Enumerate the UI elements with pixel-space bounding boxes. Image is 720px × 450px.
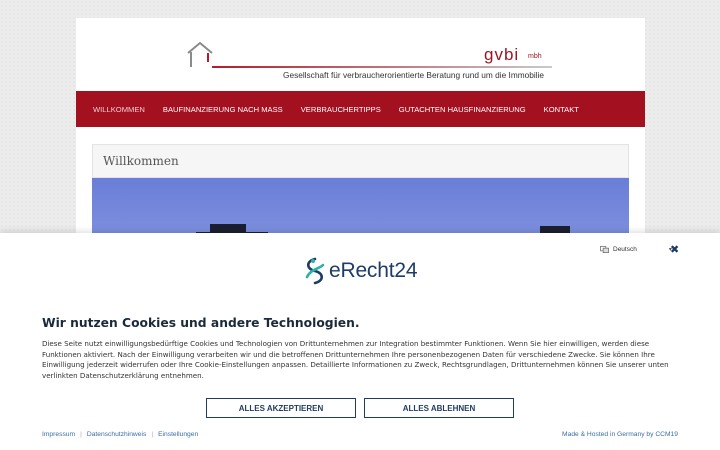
brand-name: gvbi — [484, 45, 520, 64]
main-nav: WILLKOMMEN BAUFINANZIERUNG NACH MASS VER… — [76, 91, 645, 127]
erecht24-logo-icon — [305, 257, 325, 285]
cookie-description: Diese Seite nutzt einwilligungsbedürftig… — [42, 339, 669, 380]
nav-item-verbrauchertipps[interactable]: VERBRAUCHERTIPPS — [292, 105, 390, 114]
impressum-link[interactable]: Impressum — [42, 431, 75, 438]
nav-item-kontakt[interactable]: KONTAKT — [535, 105, 588, 114]
cookie-consent-banner: Deutsch ▾ ✖ eRecht24 Wir nutzen Cookies … — [0, 233, 720, 450]
cookie-heading: Wir nutzen Cookies und andere Technologi… — [42, 316, 360, 330]
datenschutz-link[interactable]: Datenschutzhinweis — [87, 431, 146, 438]
link-separator: | — [80, 431, 82, 438]
reject-all-button[interactable]: ALLES ABLEHNEN — [364, 398, 514, 418]
link-separator: | — [151, 431, 154, 438]
website-page: gvbi mbh Gesellschaft für verbraucherori… — [76, 18, 645, 250]
house-logo-icon — [187, 41, 213, 67]
made-by-link[interactable]: Made & Hosted in Germany by CCM19 — [562, 431, 678, 438]
site-tagline: Gesellschaft für verbraucherorientierte … — [283, 70, 545, 80]
footer-links: Impressum | Datenschutzhinweis | Einstel… — [42, 431, 198, 438]
einstellungen-link[interactable]: Einstellungen — [158, 431, 198, 438]
page-title: Willkommen — [103, 154, 179, 168]
erecht24-logo-text: eRecht24 — [329, 259, 418, 282]
erecht24-logo: eRecht24 — [303, 257, 417, 285]
close-icon[interactable]: ✖ — [670, 243, 679, 256]
language-label: Deutsch — [613, 246, 637, 253]
accept-all-button[interactable]: ALLES AKZEPTIEREN — [206, 398, 356, 418]
nav-item-baufinanzierung[interactable]: BAUFINANZIERUNG NACH MASS — [154, 105, 292, 114]
nav-item-gutachten[interactable]: GUTACHTEN HAUSFINANZIERUNG — [390, 105, 535, 114]
site-header: gvbi mbh Gesellschaft für verbraucherori… — [76, 18, 645, 91]
globe-icon — [600, 245, 609, 254]
brand-suffix: mbh — [528, 53, 542, 60]
language-select[interactable]: Deutsch ▾ — [600, 245, 672, 254]
nav-item-willkommen[interactable]: WILLKOMMEN — [84, 105, 154, 114]
logo-underline — [212, 66, 552, 68]
content-title-bar: Willkommen — [92, 144, 629, 178]
